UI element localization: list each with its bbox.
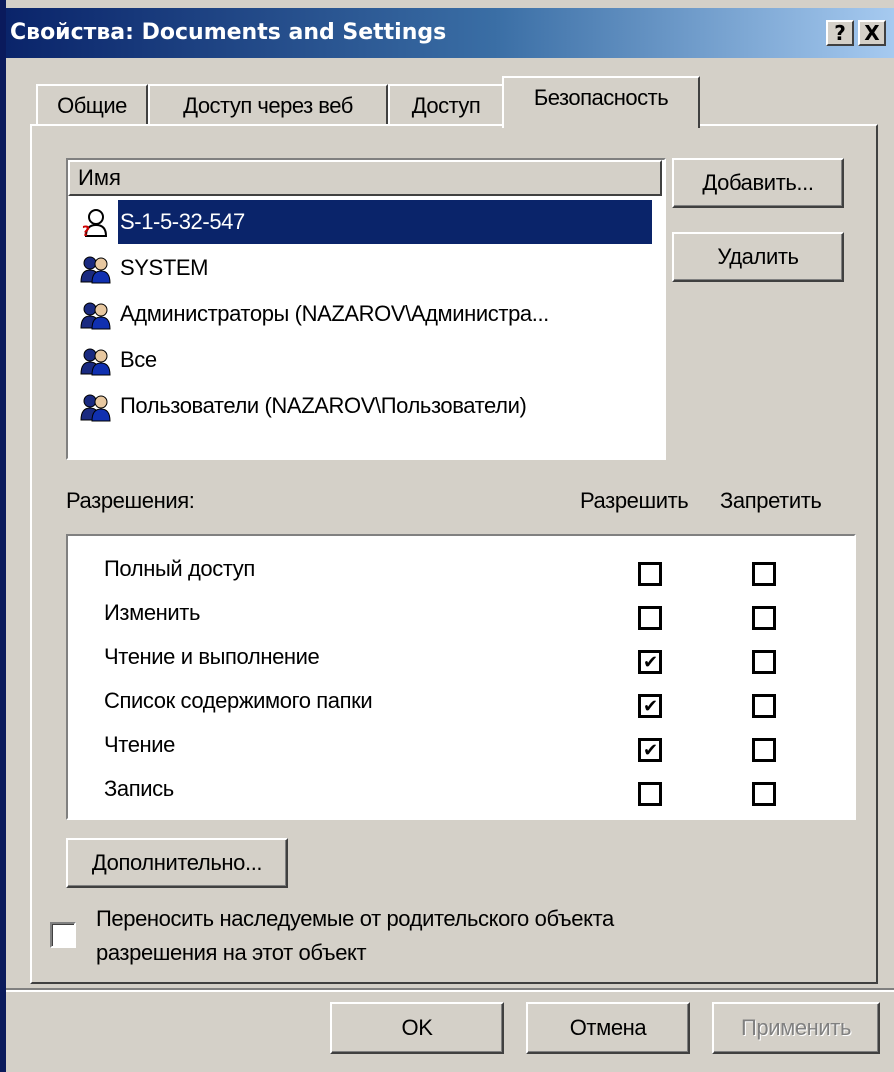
permission-name: Список содержимого папки [104, 688, 373, 713]
svg-text:?: ? [82, 224, 90, 238]
deny-checkbox[interactable] [752, 782, 776, 806]
permission-row: Чтение ✔ [68, 724, 854, 768]
user-group-icon [80, 346, 112, 376]
properties-dialog: Свойства: Documents and Settings ? X Общ… [6, 0, 894, 1072]
allow-checkbox[interactable] [638, 606, 662, 630]
deny-checkbox[interactable] [752, 650, 776, 674]
user-list-item[interactable]: SYSTEM [72, 246, 652, 290]
permission-name: Полный доступ [104, 556, 255, 581]
advanced-button[interactable]: Дополнительно... [66, 838, 288, 888]
dialog-title: Свойства: Documents and Settings [10, 20, 447, 45]
users-listbox[interactable]: Имя ? S-1-5-32-547 SYSTEM Администраторы (N… [66, 158, 666, 460]
permissions-label: Разрешения: [66, 488, 195, 513]
tab-general[interactable]: Общие [36, 84, 148, 126]
permission-name: Чтение и выполнение [104, 644, 320, 669]
close-button[interactable]: X [858, 20, 886, 46]
user-list-item-label: Пользователи (NAZAROV\Пользователи) [120, 393, 527, 418]
deny-checkbox[interactable] [752, 606, 776, 630]
user-list-item-label: SYSTEM [120, 255, 209, 280]
inherit-permissions-label-line2: разрешения на этот объект [96, 940, 367, 965]
deny-checkbox[interactable] [752, 694, 776, 718]
checkmark-icon: ✔ [643, 740, 659, 760]
user-list-item[interactable]: Администраторы (NAZAROV\Администра... [72, 292, 652, 336]
permission-row: Полный доступ [68, 548, 854, 592]
tab-strip: Общие Доступ через веб Доступ Безопаснос… [6, 60, 894, 130]
allow-checkbox[interactable]: ✔ [638, 694, 662, 718]
user-group-icon [80, 300, 112, 330]
inherit-permissions-checkbox[interactable] [50, 922, 76, 948]
permission-name: Чтение [104, 732, 176, 757]
unknown-user-icon: ? [80, 208, 112, 240]
user-list-item-label: Администраторы (NAZAROV\Администра... [120, 301, 549, 326]
tab-web-sharing[interactable]: Доступ через веб [148, 84, 388, 126]
permission-name: Изменить [104, 600, 201, 625]
user-list-item[interactable]: Все [72, 338, 652, 382]
checkmark-icon: ✔ [643, 696, 659, 716]
inherit-permissions-label-line1: Переносить наследуемые от родительского … [96, 906, 614, 931]
permission-row: Запись [68, 768, 854, 812]
user-group-icon [80, 392, 112, 422]
allow-checkbox[interactable] [638, 562, 662, 586]
permission-row: Чтение и выполнение ✔ [68, 636, 854, 680]
tab-security[interactable]: Безопасность [502, 76, 700, 128]
user-list-item-label: S-1-5-32-547 [118, 200, 652, 244]
ok-button[interactable]: OK [330, 1002, 504, 1054]
permission-name: Запись [104, 776, 174, 801]
help-button[interactable]: ? [826, 20, 854, 46]
name-column-header[interactable]: Имя [68, 160, 662, 196]
allow-checkbox[interactable]: ✔ [638, 650, 662, 674]
checkmark-icon: ✔ [643, 652, 659, 672]
deny-checkbox[interactable] [752, 562, 776, 586]
apply-button[interactable]: Применить [712, 1002, 880, 1054]
user-list-item[interactable]: ? S-1-5-32-547 [72, 200, 652, 244]
tab-sharing[interactable]: Доступ [388, 84, 504, 126]
cancel-button[interactable]: Отмена [526, 1002, 690, 1054]
deny-column-header: Запретить [720, 488, 822, 513]
deny-checkbox[interactable] [752, 738, 776, 762]
title-bar[interactable]: Свойства: Documents and Settings ? X [6, 8, 894, 58]
permissions-list: Полный доступ Изменить Чтение и выполнение… [66, 534, 856, 820]
allow-checkbox[interactable] [638, 782, 662, 806]
allow-column-header: Разрешить [580, 488, 689, 513]
permission-row: Изменить [68, 592, 854, 636]
allow-checkbox[interactable]: ✔ [638, 738, 662, 762]
permission-row: Список содержимого папки ✔ [68, 680, 854, 724]
remove-button[interactable]: Удалить [672, 232, 844, 282]
user-group-icon [80, 254, 112, 284]
footer-separator [6, 988, 894, 992]
user-list-item-label: Все [120, 347, 157, 372]
add-button[interactable]: Добавить... [672, 158, 844, 208]
user-list-item[interactable]: Пользователи (NAZAROV\Пользователи) [72, 384, 652, 428]
